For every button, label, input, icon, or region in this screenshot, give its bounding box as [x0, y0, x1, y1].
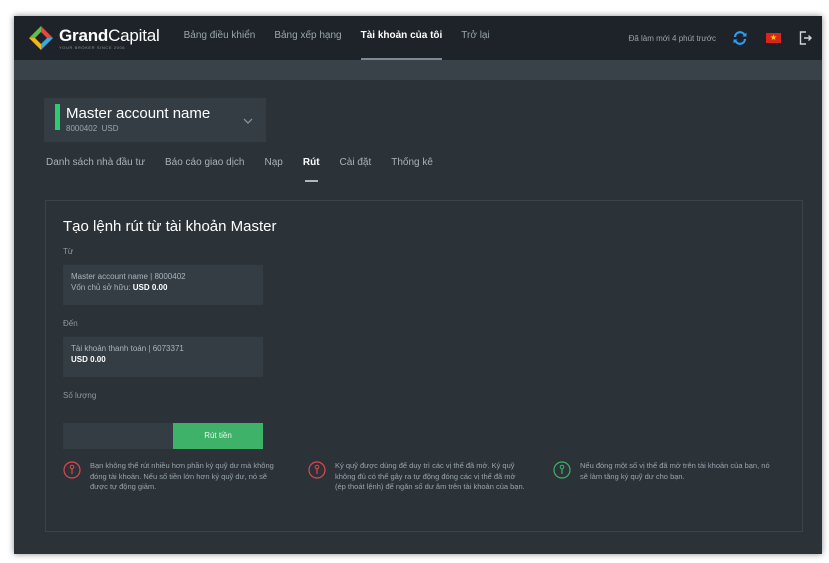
last-refreshed-text: Đã làm mới 4 phút trước — [628, 33, 716, 43]
sub-header-bar — [14, 60, 822, 80]
nav-item-dashboard[interactable]: Bảng điều khiển — [184, 16, 256, 60]
app-window: GrandCapital YOUR BROKER SINCE 2006 Bảng… — [14, 16, 822, 554]
grandcapital-logo[interactable]: GrandCapital YOUR BROKER SINCE 2006 — [28, 25, 160, 51]
account-status-bar — [55, 104, 60, 130]
account-selector[interactable]: Master account name 8000402 USD — [44, 98, 266, 142]
tab-investors[interactable]: Danh sách nhà đầu tư — [46, 152, 145, 182]
to-label: Đến — [63, 319, 78, 328]
tab-statistics[interactable]: Thống kê — [391, 152, 433, 182]
nav-item-back[interactable]: Trở lại — [461, 16, 489, 60]
amount-label: Số lượng — [63, 391, 97, 400]
withdrawal-panel: Tạo lệnh rút từ tài khoản Master Từ Mast… — [45, 200, 803, 532]
note-close-positions: Nếu đóng một số vị thế đã mở trên tài kh… — [553, 461, 770, 482]
note-text: Bạn không thể rút nhiều hơn phần ký quỹ … — [90, 461, 274, 491]
amount-input[interactable] — [63, 423, 173, 449]
refresh-icon[interactable] — [732, 30, 748, 46]
warning-icon — [308, 461, 326, 479]
chevron-down-icon — [243, 118, 253, 124]
to-account-field[interactable]: Tài khoản thanh toán | 6073371 USD 0.00 — [63, 337, 263, 377]
nav-item-my-accounts[interactable]: Tài khoản của tôi — [360, 16, 442, 60]
tab-deposit[interactable]: Nạp — [265, 152, 283, 182]
note-max-withdraw: Bạn không thể rút nhiều hơn phần ký quỹ … — [63, 461, 280, 493]
main-nav: Bảng điều khiển Bảng xếp hạng Tài khoản … — [184, 16, 509, 60]
note-text: Ký quỹ được dùng để duy trì các vị thế đ… — [335, 461, 525, 491]
from-label: Từ — [63, 247, 74, 256]
info-icon — [553, 461, 571, 479]
nav-item-leaderboard[interactable]: Bảng xếp hạng — [274, 16, 341, 60]
account-name: Master account name — [66, 105, 211, 122]
logo-wordmark: GrandCapital — [59, 25, 160, 45]
header-tools: Đã làm mới 4 phút trước ★ — [629, 16, 822, 60]
from-equity-line: Vốn chủ sở hữu: USD 0.00 — [71, 283, 168, 292]
warning-icon — [63, 461, 81, 479]
tab-withdraw[interactable]: Rút — [303, 152, 320, 182]
logo-tagline: YOUR BROKER SINCE 2006 — [59, 44, 126, 50]
account-number-currency: 8000402 USD — [66, 124, 119, 133]
top-navigation-bar: GrandCapital YOUR BROKER SINCE 2006 Bảng… — [14, 16, 822, 60]
account-tabs: Danh sách nhà đầu tư Báo cáo giao dịch N… — [46, 152, 453, 184]
tab-settings[interactable]: Cài đặt — [340, 152, 372, 182]
vietnam-flag-icon[interactable]: ★ — [766, 33, 781, 43]
tab-trade-reports[interactable]: Báo cáo giao dịch — [165, 152, 245, 182]
panel-title: Tạo lệnh rút từ tài khoản Master — [63, 218, 277, 235]
from-account-line: Master account name | 8000402 — [71, 272, 186, 281]
to-balance-line: USD 0.00 — [71, 355, 106, 364]
from-account-field: Master account name | 8000402 Vốn chủ sở… — [63, 265, 263, 305]
note-margin: Ký quỹ được dùng để duy trì các vị thế đ… — [308, 461, 525, 493]
to-account-line: Tài khoản thanh toán | 6073371 — [71, 344, 184, 353]
logo-mark-icon — [29, 26, 53, 50]
withdraw-button[interactable]: Rút tiền — [173, 423, 263, 449]
logout-icon[interactable] — [799, 31, 812, 45]
note-text: Nếu đóng một số vị thế đã mở trên tài kh… — [580, 461, 770, 481]
